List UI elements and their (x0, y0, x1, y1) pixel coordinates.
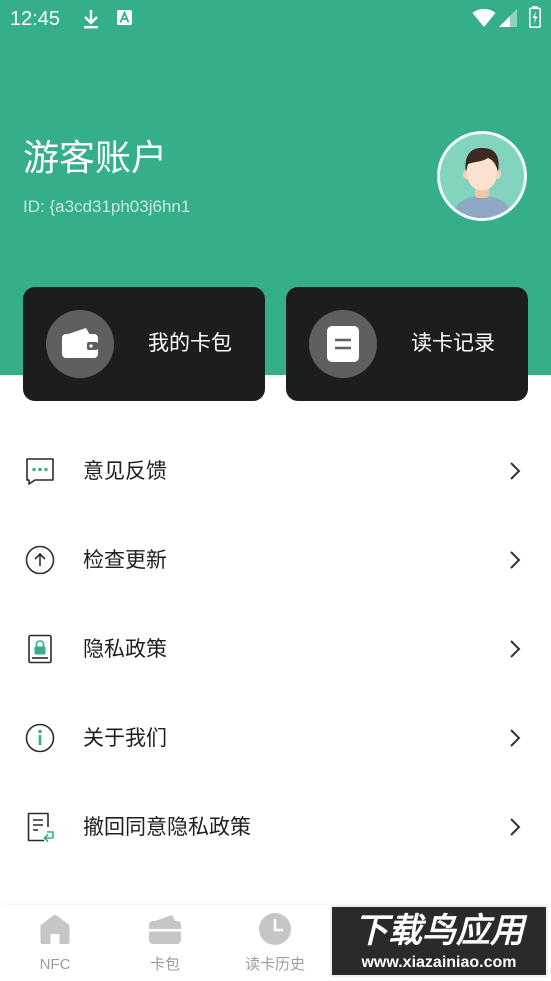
nav-item-read-history[interactable]: 读卡历史 (220, 905, 330, 981)
a-notification-icon (117, 10, 132, 25)
wifi-icon (472, 8, 496, 27)
menu-item-feedback[interactable]: 意见反馈 (0, 427, 551, 516)
watermark-url: www.xiazainiao.com (361, 954, 517, 971)
watermark-title: 下载鸟应用 (354, 912, 524, 950)
status-time: 12:45 (10, 8, 61, 30)
info-icon (25, 723, 55, 753)
update-icon (25, 545, 55, 575)
avatar[interactable] (437, 131, 527, 221)
chevron-right-icon (510, 818, 521, 836)
account-title: 游客账户 (23, 137, 168, 178)
nav-item-nfc[interactable]: NFC (0, 905, 110, 981)
chevron-right-icon (510, 640, 521, 658)
menu-item-label: 意见反馈 (83, 460, 167, 483)
nav-item-wallet[interactable]: 卡包 (110, 905, 220, 981)
document-icon (327, 326, 359, 362)
chevron-right-icon (510, 462, 521, 480)
menu-item-privacy-policy[interactable]: 隐私政策 (0, 605, 551, 694)
nav-label: NFC (39, 956, 71, 973)
wallet-icon (62, 328, 98, 358)
watermark-logo: 下载鸟应用 www.xiazainiao.com (330, 905, 548, 977)
my-wallet-card[interactable]: 我的卡包 (23, 287, 265, 401)
battery-icon (529, 6, 541, 28)
wallet-icon-circle (46, 310, 114, 378)
chevron-right-icon (510, 551, 521, 569)
privacy-lock-icon (28, 634, 52, 664)
menu-item-label: 检查更新 (83, 549, 167, 572)
my-wallet-label: 我的卡包 (148, 332, 232, 355)
menu-item-withdraw-consent[interactable]: 撤回同意隐私政策 (0, 783, 551, 872)
home-icon (40, 915, 70, 944)
signal-icon (499, 9, 517, 27)
menu-item-check-update[interactable]: 检查更新 (0, 516, 551, 605)
menu-item-label: 撤回同意隐私政策 (83, 816, 251, 839)
nav-label: 卡包 (149, 956, 180, 973)
download-icon (84, 10, 98, 29)
read-records-card[interactable]: 读卡记录 (286, 287, 528, 401)
feedback-icon (26, 458, 54, 485)
chevron-right-icon (510, 729, 521, 747)
avatar-face-icon (452, 147, 512, 218)
user-id[interactable]: ID: {a3cd31ph03j6hn1 (23, 196, 190, 218)
document-icon-circle (309, 310, 377, 378)
menu-item-label: 关于我们 (83, 727, 167, 750)
wallet-icon (149, 915, 181, 944)
menu-item-about-us[interactable]: 关于我们 (0, 694, 551, 783)
clock-icon (259, 913, 291, 945)
withdraw-consent-icon (27, 812, 54, 843)
nav-label: 读卡历史 (244, 956, 305, 973)
read-records-label: 读卡记录 (411, 332, 495, 355)
menu-item-label: 隐私政策 (83, 638, 167, 661)
